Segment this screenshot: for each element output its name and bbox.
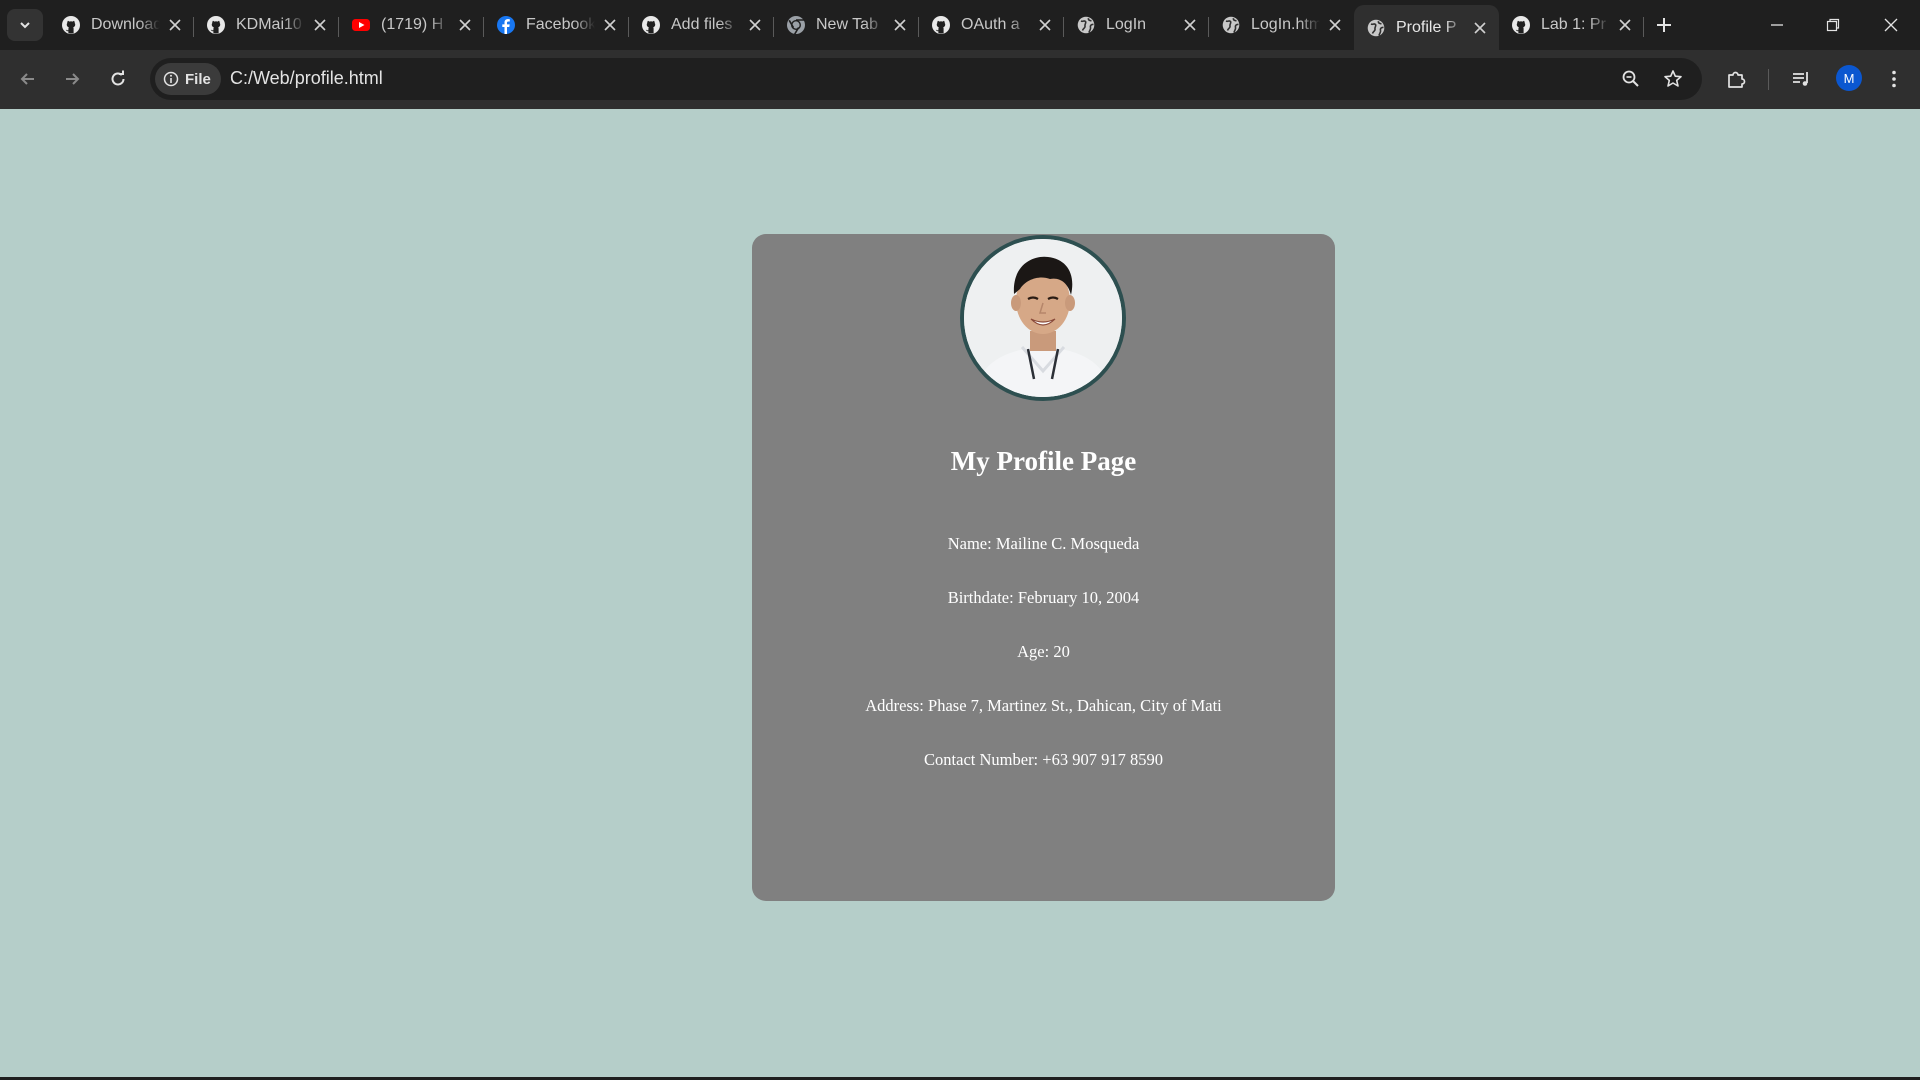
browser-tab[interactable]: (1719) H xyxy=(339,5,484,45)
tab-close-icon[interactable] xyxy=(891,16,909,34)
new-tab-button[interactable] xyxy=(1652,13,1676,37)
minimize-icon xyxy=(1771,24,1783,26)
browser-tab[interactable]: Profile P xyxy=(1354,5,1499,50)
birthdate-text: Birthdate: February 10, 2004 xyxy=(947,588,1140,607)
tab-strip: Download KDMai10 (1719) H Facebook Add files… xyxy=(0,0,1920,50)
age-text: Age: 20 xyxy=(1017,642,1070,661)
tab-title: Facebook xyxy=(526,16,595,33)
tab-close-icon[interactable] xyxy=(456,16,474,34)
restore-icon xyxy=(1826,18,1840,32)
site-info-chip[interactable]: File xyxy=(155,63,221,95)
github-icon xyxy=(1511,15,1531,35)
puzzle-icon xyxy=(1728,71,1746,88)
tab-title: Lab 1: Pr xyxy=(1541,16,1606,33)
tab-close-icon[interactable] xyxy=(1036,16,1054,34)
profile-photo xyxy=(960,235,1126,401)
reload-button[interactable] xyxy=(103,64,133,94)
chevron-down-icon xyxy=(20,22,30,29)
site-chip-label: File xyxy=(185,70,211,88)
minimize-button[interactable] xyxy=(1762,10,1792,40)
forward-button[interactable] xyxy=(57,64,87,94)
info-icon xyxy=(163,71,179,87)
tab-title: Profile P xyxy=(1396,18,1457,36)
browser-tab[interactable]: LogIn.htm xyxy=(1209,5,1354,45)
person-portrait-icon xyxy=(964,239,1122,397)
browser-tab[interactable]: Facebook xyxy=(484,5,629,45)
contact-number-text: Contact Number: +63 907 917 8590 xyxy=(924,750,1163,769)
github-icon xyxy=(931,15,951,35)
tab-close-icon[interactable] xyxy=(166,16,184,34)
tab-close-icon[interactable] xyxy=(1326,16,1344,34)
restore-button[interactable] xyxy=(1818,10,1848,40)
globe-icon xyxy=(1366,18,1386,38)
browser-tab[interactable]: Lab 1: Pr xyxy=(1499,5,1644,45)
tab-search-button[interactable] xyxy=(7,9,43,41)
profile-card: My Profile Page Name: Mailine C. Mosqued… xyxy=(752,234,1335,901)
youtube-icon xyxy=(351,15,371,35)
tab-separator xyxy=(1643,17,1644,37)
globe-icon xyxy=(1076,15,1096,35)
plus-icon xyxy=(1657,18,1671,32)
toolbar-divider xyxy=(1768,69,1769,90)
chrome-icon xyxy=(786,15,806,35)
browser-tab[interactable]: Add files xyxy=(629,5,774,45)
name-text: Name: Mailine C. Mosqueda xyxy=(947,534,1140,553)
tab-title: New Tab xyxy=(816,16,878,33)
kebab-menu-icon xyxy=(1892,70,1896,88)
browser-tab[interactable]: LogIn xyxy=(1064,5,1209,45)
tab-title: Add files xyxy=(671,16,733,33)
close-window-button[interactable] xyxy=(1876,10,1906,40)
zoom-icon xyxy=(1622,70,1639,87)
github-icon xyxy=(61,15,81,35)
address-text: Address: Phase 7, Martinez St., Dahican,… xyxy=(865,696,1222,715)
address-bar[interactable]: File C:/Web/profile.html xyxy=(150,58,1702,100)
bookmark-button[interactable] xyxy=(1661,67,1685,91)
tab-title: Download xyxy=(91,16,160,33)
media-controls-button[interactable] xyxy=(1787,65,1815,93)
github-icon xyxy=(641,15,661,35)
media-queue-icon xyxy=(1793,72,1808,86)
browser-tab[interactable]: New Tab xyxy=(774,5,919,45)
page-title: My Profile Page xyxy=(950,446,1137,476)
tab-list: Download KDMai10 (1719) H Facebook Add files… xyxy=(49,5,1644,50)
tab-close-icon[interactable] xyxy=(1181,16,1199,34)
arrow-left-icon xyxy=(20,73,34,85)
facebook-icon xyxy=(496,15,516,35)
tab-close-icon[interactable] xyxy=(1471,19,1489,37)
tab-title: KDMai10 xyxy=(236,16,302,33)
back-button[interactable] xyxy=(13,64,43,94)
browser-toolbar: File C:/Web/profile.html xyxy=(0,50,1920,109)
tab-close-icon[interactable] xyxy=(311,16,329,34)
tab-close-icon[interactable] xyxy=(1616,16,1634,34)
zoom-button[interactable] xyxy=(1619,67,1643,91)
page-viewport: My Profile Page Name: Mailine C. Mosqued… xyxy=(0,109,1920,1077)
star-icon xyxy=(1664,70,1682,87)
tab-title: OAuth a xyxy=(961,16,1020,33)
tab-title: LogIn xyxy=(1106,16,1147,33)
browser-tab[interactable]: Download xyxy=(49,5,194,45)
tab-close-icon[interactable] xyxy=(746,16,764,34)
arrow-right-icon xyxy=(66,73,80,85)
tab-title: (1719) H xyxy=(381,16,444,33)
url-text[interactable]: C:/Web/profile.html xyxy=(230,68,383,89)
browser-tab[interactable]: KDMai10 xyxy=(194,5,339,45)
extensions-button[interactable] xyxy=(1722,65,1750,93)
profile-avatar-button[interactable]: M xyxy=(1836,65,1862,91)
tab-title: LogIn.htm xyxy=(1251,16,1320,33)
menu-button[interactable] xyxy=(1880,65,1908,93)
tab-close-icon[interactable] xyxy=(601,16,619,34)
browser-tab[interactable]: OAuth a xyxy=(919,5,1064,45)
github-icon xyxy=(206,15,226,35)
globe-icon xyxy=(1221,15,1241,35)
close-icon xyxy=(1884,18,1898,32)
reload-icon xyxy=(111,70,125,86)
